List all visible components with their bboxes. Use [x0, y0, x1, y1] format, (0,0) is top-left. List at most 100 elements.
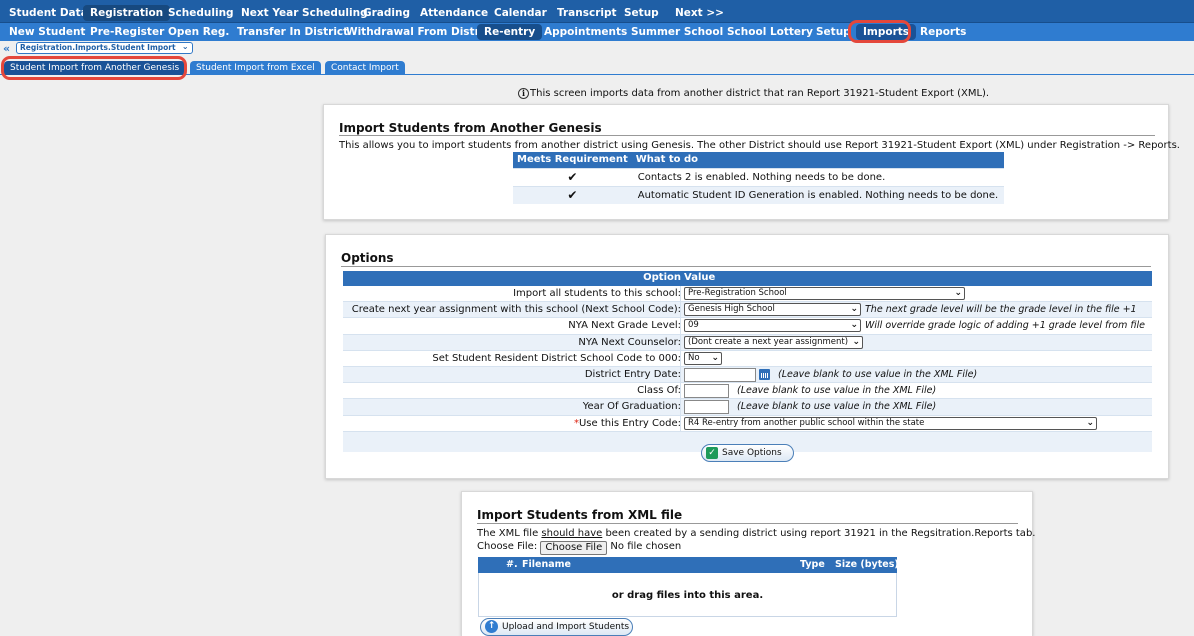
nav-next-year-scheduling[interactable]: Next Year Scheduling — [234, 5, 375, 21]
xml-import-title: Import Students from XML file — [477, 508, 683, 522]
subnav-re-entry[interactable]: Re-entry — [477, 24, 543, 40]
chevron-down-icon: ⌄ — [852, 336, 860, 347]
option-hint: (Leave blank to use value in the XML Fil… — [778, 368, 978, 380]
genesis-import-title: Import Students from Another Genesis — [339, 121, 602, 135]
option-label: Set Student Resident District School Cod… — [432, 352, 681, 364]
subnav-setup[interactable]: Setup — [809, 24, 858, 40]
option-label: District Entry Date: — [584, 368, 681, 380]
breadcrumb-select[interactable]: Registration.Imports.Student Import ⌄ — [16, 42, 193, 54]
tab-contact-import[interactable]: Contact Import — [325, 61, 405, 75]
option-label: Create next year assignment with this sc… — [351, 304, 681, 316]
subnav-pre-register[interactable]: Pre-Register — [83, 24, 171, 40]
choose-file-button[interactable]: Choose File — [540, 541, 608, 555]
upload-icon: ↑ — [485, 620, 498, 633]
next-grade-level-select[interactable]: 09 ⌄ — [684, 319, 861, 333]
option-row: Set Student Resident District School Cod… — [343, 350, 1152, 367]
option-row: NYA Next Grade Level: 09 ⌄ Will override g… — [343, 318, 1152, 335]
tab-student-import-excel[interactable]: Student Import from Excel — [190, 61, 321, 75]
drop-text: or drag files into this area. — [611, 590, 764, 601]
table-row: ✔ Automatic Student ID Generation is ena… — [513, 185, 1005, 204]
option-row: Year Of Graduation: (Leave blank to use … — [343, 399, 1152, 416]
nav-calendar[interactable]: Calendar — [487, 5, 554, 21]
checkmark-icon: ✔ — [513, 167, 632, 186]
primary-nav: Student Data Registration Scheduling Nex… — [0, 0, 1194, 23]
chevron-down-icon: ⌄ — [850, 320, 858, 331]
district-entry-date-input[interactable] — [684, 367, 756, 382]
breadcrumb-back-icon[interactable]: « — [3, 42, 10, 55]
choose-file-label: Choose File: — [477, 541, 538, 552]
subnav-school-lottery[interactable]: School Lottery — [720, 24, 820, 40]
info-message: i This screen imports data from another d… — [518, 88, 989, 99]
nav-grading[interactable]: Grading — [356, 5, 417, 21]
options-header: Option Value — [343, 271, 1152, 286]
requirements-table: Meets Requirement What to do ✔ Contacts … — [513, 152, 1005, 204]
chevron-down-icon: ⌄ — [850, 304, 858, 315]
secondary-nav: New Student Pre-Register Open Reg. Trans… — [0, 23, 1194, 41]
file-header-filename: Filename — [522, 559, 571, 570]
option-row: NYA Next Counselor: (Dont create a next … — [343, 334, 1152, 351]
upload-label: Upload and Import Students — [502, 622, 630, 632]
option-label: Import all students to this school: — [513, 288, 681, 299]
year-of-graduation-input[interactable] — [684, 400, 729, 415]
xml-import-description: The XML file should have been created by… — [477, 528, 1035, 539]
nav-registration[interactable]: Registration — [83, 5, 171, 21]
subnav-new-student[interactable]: New Student — [2, 24, 92, 40]
option-label-text: Use this Entry Code: — [578, 417, 681, 429]
desc-part: been created by a sending district using… — [602, 528, 1036, 539]
upload-import-button[interactable]: ↑ Upload and Import Students — [480, 618, 633, 636]
table-row: ✔ Contacts 2 is enabled. Nothing needs t… — [513, 167, 1005, 186]
nav-attendance[interactable]: Attendance — [413, 5, 495, 21]
info-text: This screen imports data from another di… — [530, 88, 990, 99]
chevron-down-icon: ⌄ — [181, 42, 189, 51]
nav-scheduling[interactable]: Scheduling — [161, 5, 241, 21]
subnav-open-reg[interactable]: Open Reg. — [161, 24, 236, 40]
info-icon: i — [518, 88, 529, 99]
file-header-num: #. — [506, 559, 518, 570]
calendar-icon[interactable] — [759, 368, 770, 380]
file-table-header: #. Filename Type Size (bytes) — [478, 557, 899, 573]
select-value: 09 — [688, 320, 699, 331]
option-row: Class Of: (Leave blank to use value in t… — [343, 383, 1152, 400]
req-text: Automatic Student ID Generation is enabl… — [631, 185, 1005, 204]
nav-transcript[interactable]: Transcript — [550, 5, 624, 21]
next-counselor-select[interactable]: (Dont create a next year assignment) ⌄ — [684, 335, 863, 349]
subnav-summer-school[interactable]: Summer School — [624, 24, 730, 40]
nav-student-data[interactable]: Student Data — [2, 5, 95, 21]
subnav-transfer-in-district[interactable]: Transfer In District — [230, 24, 355, 40]
next-school-select[interactable]: Genesis High School ⌄ — [684, 303, 861, 317]
options-header-option: Option — [643, 272, 681, 283]
req-header-what: What to do — [631, 152, 1005, 168]
req-header-meets: Meets Requirement — [513, 152, 632, 168]
resident-code-select[interactable]: No ⌄ — [684, 351, 722, 365]
req-text: Contacts 2 is enabled. Nothing needs to … — [631, 167, 1005, 186]
subnav-reports[interactable]: Reports — [913, 24, 973, 40]
options-header-value: Value — [684, 272, 716, 283]
checkmark-icon: ✔ — [513, 185, 632, 204]
option-hint: The next grade level will be the grade l… — [865, 304, 1137, 316]
chevron-down-icon: ⌄ — [711, 352, 719, 363]
tab-student-import-genesis[interactable]: Student Import from Another Genesis — [4, 61, 186, 75]
chevron-down-icon: ⌄ — [1086, 417, 1094, 428]
option-label: *Use this Entry Code: — [574, 418, 681, 429]
options-title: Options — [341, 251, 394, 265]
select-value: No — [688, 352, 700, 363]
subnav-imports[interactable]: Imports — [856, 24, 917, 40]
option-row: District Entry Date: (Leave blank to use… — [343, 366, 1152, 384]
select-value: R4 Re-entry from another public school w… — [688, 417, 925, 428]
nav-next[interactable]: Next >> — [668, 5, 731, 21]
class-of-input[interactable] — [684, 384, 729, 399]
entry-code-select[interactable]: R4 Re-entry from another public school w… — [684, 416, 1097, 430]
chevron-down-icon: ⌄ — [954, 288, 962, 298]
option-label: NYA Next Grade Level: — [568, 320, 681, 332]
divider — [477, 523, 1018, 524]
file-drop-zone[interactable]: or drag files into this area. — [478, 573, 897, 617]
option-row: Create next year assignment with this sc… — [343, 302, 1152, 319]
save-options-button[interactable]: ✓ Save Options — [701, 444, 794, 462]
save-options-label: Save Options — [722, 448, 782, 458]
option-label: Year Of Graduation: — [582, 401, 681, 413]
import-school-select[interactable]: Pre-Registration School ⌄ — [684, 287, 965, 300]
nav-setup[interactable]: Setup — [617, 5, 666, 21]
select-value: Pre-Registration School — [688, 288, 787, 298]
subnav-appointments[interactable]: Appointments — [537, 24, 634, 40]
subtab-bar: Student Import from Another Genesis Stud… — [0, 60, 1194, 75]
